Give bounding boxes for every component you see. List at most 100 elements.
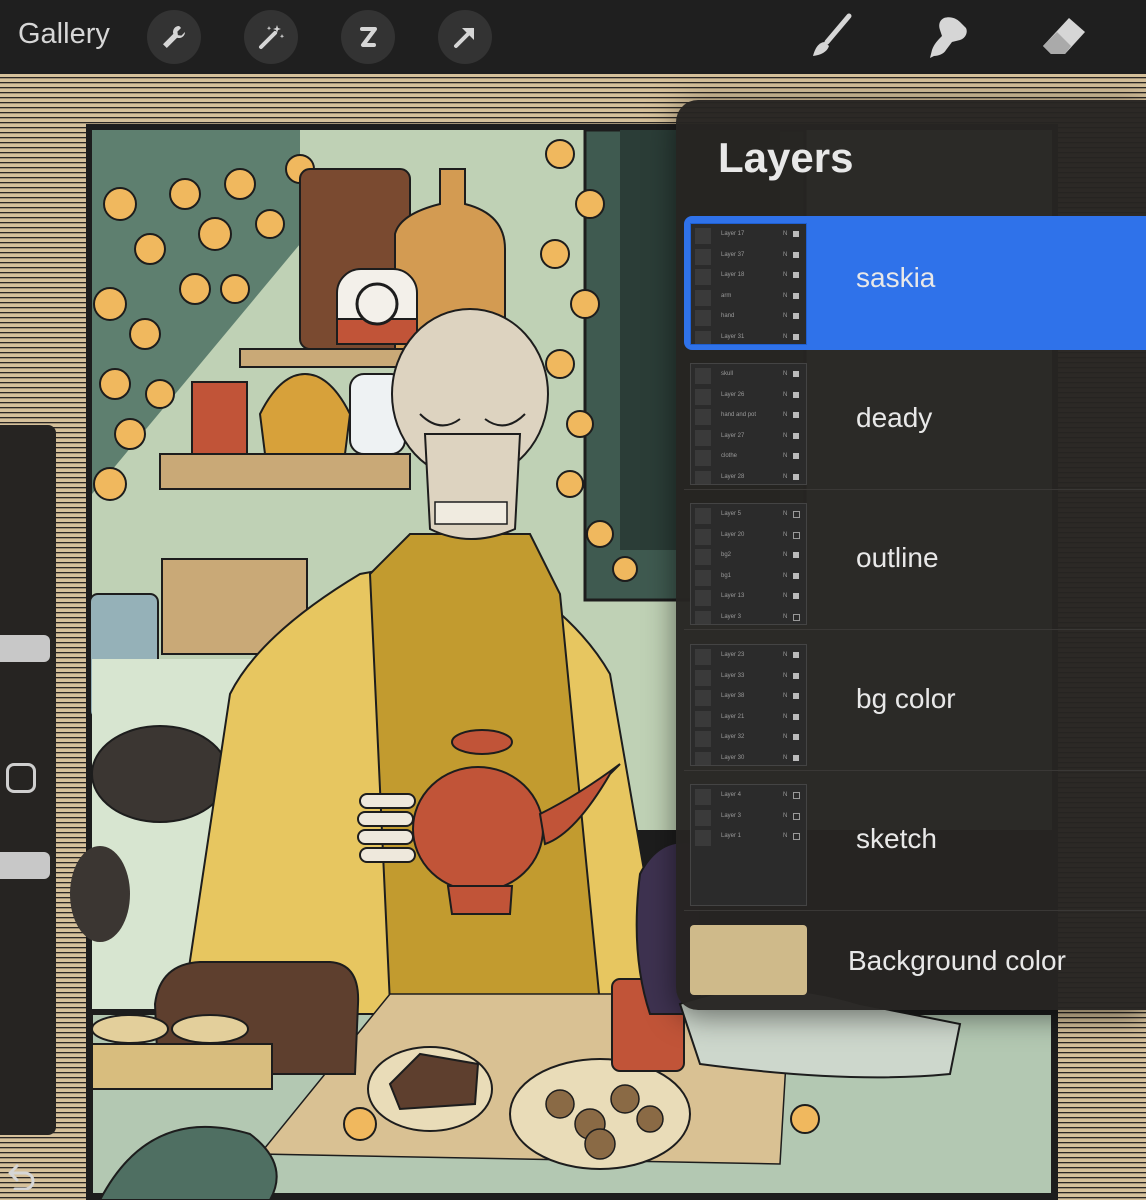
sublayer-preview: bg1 N <box>695 569 803 588</box>
sublayer-name: Layer 13 <box>721 593 745 599</box>
sublayer-thumbnail <box>695 669 711 686</box>
layer-group-0[interactable]: Layer 17 N Layer 37 N Layer 18 Narm Nhand N Laye… <box>684 216 1146 350</box>
transform-arrow-icon[interactable] <box>438 10 492 64</box>
sublayer-blend-mode: N <box>783 231 788 237</box>
layers-panel: Layers Layer 17 N Layer 37 N Layer 18 Narm Nha… <box>676 100 1146 1010</box>
sublayer-visibility-checkbox <box>793 391 799 398</box>
sublayer-blend-mode: N <box>783 371 788 377</box>
sublayer-name: Layer 17 <box>721 231 745 237</box>
sublayer-visibility-checkbox <box>793 272 799 278</box>
wrench-icon[interactable] <box>147 10 201 64</box>
magic-wand-icon[interactable] <box>244 10 298 64</box>
sublayer-thumbnail <box>695 368 711 384</box>
sublayer-visibility-checkbox <box>793 292 799 299</box>
eraser-icon[interactable] <box>1034 10 1094 64</box>
left-sidebar <box>0 425 56 1135</box>
sublayer-preview: Layer 5 N <box>695 507 803 526</box>
sublayer-name: Layer 28 <box>721 473 745 480</box>
sublayer-visibility-checkbox <box>793 473 799 480</box>
layer-group-name: bg color <box>856 683 956 714</box>
sublayer-thumbnail <box>695 751 711 765</box>
sublayer-preview: Layer 27 N <box>695 429 803 448</box>
sublayer-name: clothe <box>721 453 738 459</box>
sublayer-visibility-checkbox <box>793 333 799 340</box>
sublayer-thumbnail <box>695 649 711 665</box>
sublayer-thumbnail <box>695 528 711 545</box>
gallery-button[interactable]: Gallery <box>18 18 110 51</box>
layer-group-name: outline <box>856 542 939 573</box>
layer-group-1[interactable]: skull N Layer 26 Nhand and pot N Layer 27 Nclo… <box>684 356 1146 490</box>
sublayer-preview: Layer 3 N <box>695 610 803 624</box>
sublayer-blend-mode: N <box>783 792 788 798</box>
sublayer-visibility-checkbox <box>793 412 799 418</box>
sublayer-visibility-checkbox <box>793 552 799 558</box>
layer-group-thumbnail: Layer 17 N Layer 37 N Layer 18 Narm Nhand N Laye… <box>690 223 807 345</box>
sublayer-blend-mode: N <box>783 652 788 658</box>
sublayer-blend-mode: N <box>783 313 788 319</box>
sublayer-blend-mode: N <box>783 432 788 439</box>
sublayer-visibility-checkbox <box>793 593 799 599</box>
sublayer-name: skull <box>721 371 734 377</box>
sublayer-visibility-checkbox <box>793 251 799 258</box>
modify-button[interactable] <box>6 763 36 793</box>
sublayer-name: Layer 30 <box>721 754 745 761</box>
sublayer-visibility-checkbox <box>793 531 800 539</box>
layer-group-thumbnail: Layer 5 N Layer 20 Nbg2 Nbg1 N Layer 13 N Layer … <box>690 503 807 625</box>
sublayer-thumbnail <box>695 710 711 727</box>
sublayer-blend-mode: N <box>783 473 788 480</box>
sublayer-blend-mode: N <box>783 593 788 599</box>
background-color-layer[interactable]: Background color <box>684 923 1146 1003</box>
sublayer-visibility-checkbox <box>793 754 799 761</box>
sublayer-blend-mode: N <box>783 713 788 720</box>
sublayer-thumbnail <box>695 590 711 606</box>
layer-group-2[interactable]: Layer 5 N Layer 20 Nbg2 Nbg1 N Layer 13 N Layer … <box>684 496 1146 630</box>
sublayer-preview: Layer 21 N <box>695 710 803 729</box>
sublayer-name: Layer 26 <box>721 391 745 398</box>
background-color-swatch[interactable] <box>690 925 807 995</box>
sublayer-blend-mode: N <box>783 333 788 340</box>
selection-icon[interactable] <box>341 10 395 64</box>
sublayer-name: hand <box>721 313 735 319</box>
brush-size-slider[interactable] <box>0 635 50 662</box>
sublayer-preview: Layer 26 N <box>695 388 803 407</box>
layer-group-thumbnail: skull N Layer 26 Nhand and pot N Layer 27 Nclo… <box>690 363 807 485</box>
sublayer-name: Layer 32 <box>721 734 745 740</box>
sublayer-thumbnail <box>695 809 711 826</box>
sublayer-preview: Layer 38 N <box>695 689 803 708</box>
sublayer-blend-mode: N <box>783 754 788 761</box>
layer-group-name: saskia <box>856 262 936 293</box>
sublayer-blend-mode: N <box>783 734 788 740</box>
sublayer-visibility-checkbox <box>793 734 799 740</box>
sublayer-name: Layer 5 <box>721 511 742 517</box>
sublayer-preview: Layer 37 N <box>695 248 803 267</box>
sublayer-blend-mode: N <box>783 552 788 558</box>
opacity-slider[interactable] <box>0 852 50 879</box>
sublayer-preview: Layer 17 N <box>695 227 803 246</box>
sublayer-preview: bg2 N <box>695 548 803 567</box>
background-color-label: Background color <box>848 945 1066 976</box>
sublayer-blend-mode: N <box>783 672 788 679</box>
sublayer-preview: Layer 18 N <box>695 268 803 287</box>
sublayer-thumbnail <box>695 690 711 706</box>
sublayer-thumbnail <box>695 330 711 344</box>
sublayer-name: Layer 31 <box>721 333 745 340</box>
brush-icon[interactable] <box>800 10 860 64</box>
sublayer-blend-mode: N <box>783 292 788 299</box>
sublayer-blend-mode: N <box>783 412 788 418</box>
top-toolbar: Gallery <box>0 0 1146 74</box>
sublayer-visibility-checkbox <box>793 713 799 720</box>
sublayer-preview: Layer 23 N <box>695 648 803 667</box>
sublayer-preview: hand and pot N <box>695 408 803 427</box>
undo-icon[interactable] <box>4 1158 40 1194</box>
layer-group-3[interactable]: Layer 23 N Layer 33 N Layer 38 N Layer 21 N Laye… <box>684 637 1146 771</box>
sublayer-thumbnail <box>695 830 711 846</box>
sublayer-blend-mode: N <box>783 531 788 538</box>
layer-group-4[interactable]: Layer 4 N Layer 3 N Layer 1 Nsketch <box>684 777 1146 911</box>
sublayer-preview: Layer 28 N <box>695 470 803 484</box>
sublayer-preview: clothe N <box>695 449 803 468</box>
layer-group-name: sketch <box>856 823 937 854</box>
sublayer-preview: Layer 33 N <box>695 669 803 688</box>
sublayer-visibility-checkbox <box>793 572 799 579</box>
smudge-icon[interactable] <box>917 10 977 64</box>
sublayer-preview: Layer 31 N <box>695 330 803 344</box>
